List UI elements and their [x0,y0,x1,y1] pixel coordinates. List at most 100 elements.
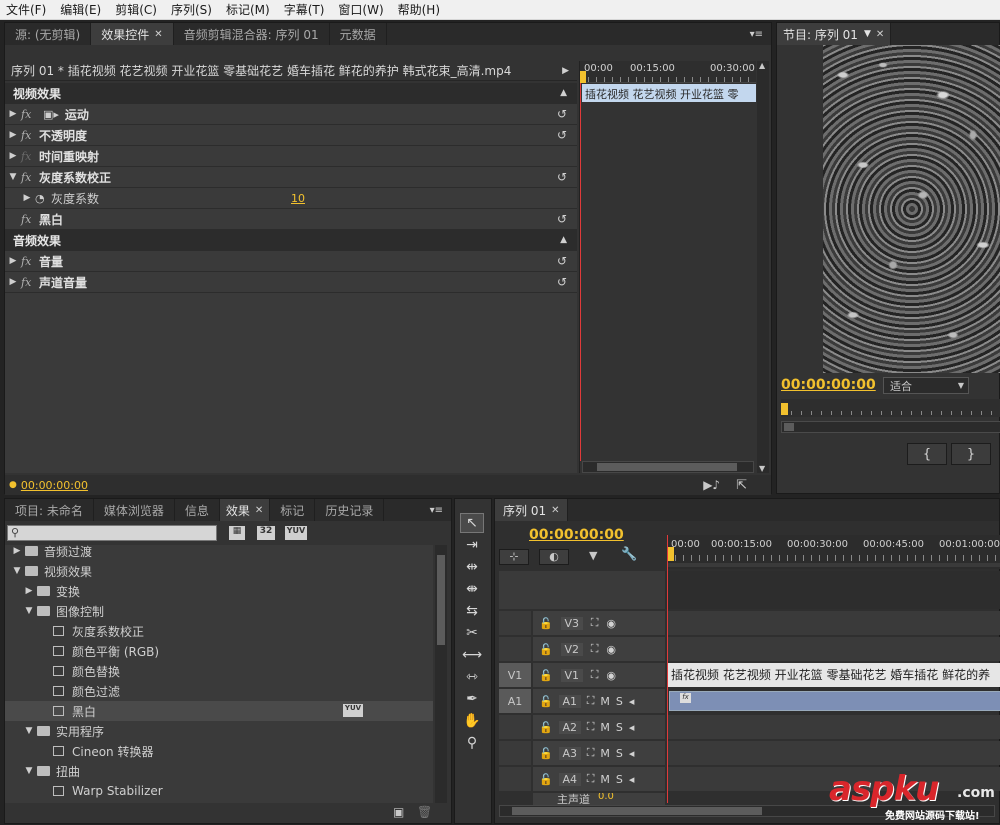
track-select-tool-icon[interactable]: ⇥ [460,535,484,555]
sync-lock-icon[interactable]: ⛶ [587,772,595,786]
expand-triangle-icon[interactable]: ▼ [5,172,21,182]
pen-tool-icon[interactable]: ✒ [460,689,484,709]
track-name[interactable]: V2 [560,642,583,656]
menu-clip[interactable]: 剪辑(C) [115,1,157,18]
menu-window[interactable]: 窗口(W) [338,1,383,18]
tree-item[interactable]: ▼ 图像控制 [21,601,104,621]
master-volume-value[interactable]: 0.0 [598,793,614,802]
export-icon[interactable]: ⇱ [736,478,747,493]
wrench-icon[interactable]: 🔧 [621,547,637,562]
tree-item[interactable]: ▼ 视频效果 [9,561,92,581]
gamma-value[interactable]: 10 [291,192,305,205]
track-lane[interactable] [667,637,1000,661]
zoom-tool-icon[interactable]: ⚲ [460,733,484,753]
playhead-marker-icon[interactable] [781,403,788,415]
tree-item[interactable]: ▼ 扭曲 [21,761,80,781]
mute-button[interactable]: M [600,747,610,760]
tab-markers[interactable]: 标记 [270,499,316,521]
panel-menu-icon[interactable]: ▾≡ [422,499,451,521]
tab-effects[interactable]: 效果 ✕ [219,499,271,521]
selection-tool-icon[interactable]: ↖ [460,513,484,533]
tree-item[interactable]: 颜色过滤 [53,681,120,701]
voiceover-icon[interactable]: ◂ [629,773,635,786]
ec-hscroll[interactable] [582,461,754,473]
expand-triangle-icon[interactable]: ▶ [5,151,21,161]
reset-icon[interactable]: ↺ [557,254,567,268]
effects-tree-vscroll[interactable] [435,545,447,803]
stopwatch-icon[interactable]: ◔ [35,192,51,205]
ec-footer-timecode[interactable]: 00:00:00:00 [21,479,88,492]
ripple-edit-tool-icon[interactable]: ⇹ [460,557,484,577]
track-lane[interactable] [667,611,1000,635]
timeline-timecode[interactable]: 00:00:00:00 [529,527,624,543]
solo-button[interactable]: S [616,773,623,786]
work-area-bar[interactable] [667,563,1000,567]
razor-tool-icon[interactable]: ✂ [460,623,484,643]
expand-triangle-icon[interactable]: ▶ [9,546,25,556]
reset-icon[interactable]: ↺ [557,128,567,142]
playhead-marker-icon[interactable] [667,547,674,561]
ec-vscroll[interactable]: ▲ ▼ [757,61,769,473]
tab-sequence[interactable]: 序列 01 ✕ [495,499,569,521]
source-patch-empty[interactable] [499,767,531,791]
tab-program[interactable]: 节目: 序列 01 ▼ ✕ [777,23,892,45]
sync-lock-icon[interactable]: ⛶ [591,642,599,656]
marker-icon[interactable]: ▼ [589,549,597,562]
hand-tool-icon[interactable]: ✋ [460,711,484,731]
eye-icon[interactable]: ◉ [606,643,616,656]
track-name[interactable]: A3 [558,746,581,760]
voiceover-icon[interactable]: ◂ [629,721,635,734]
solo-button[interactable]: S [616,747,623,760]
expand-triangle-icon[interactable]: ▶ [5,109,21,119]
tree-item[interactable]: ▶ 音频过渡 [9,545,92,561]
effects-search-input[interactable]: ⚲ [7,525,217,541]
tree-item[interactable]: ▼ 实用程序 [21,721,104,741]
mute-button[interactable]: M [600,695,610,708]
tree-item[interactable]: ▶ 变换 [21,581,80,601]
tree-item[interactable]: 颜色替换 [53,661,120,681]
a1-clip[interactable]: fx [669,691,1000,711]
source-patch-empty[interactable] [499,715,531,739]
tree-item-selected[interactable]: 黑白 YUV [5,701,433,721]
lock-icon[interactable]: 🔓 [539,721,553,734]
menu-edit[interactable]: 编辑(E) [60,1,101,18]
close-icon[interactable]: ✕ [154,29,162,40]
tab-audio-mixer[interactable]: 音频剪辑混合器: 序列 01 [174,23,330,45]
track-lane[interactable] [667,715,1000,739]
track-name[interactable]: A1 [558,694,581,708]
rolling-edit-tool-icon[interactable]: ⇼ [460,579,484,599]
program-ruler[interactable] [781,399,1000,417]
menu-help[interactable]: 帮助(H) [398,1,440,18]
eye-icon[interactable]: ◉ [606,617,616,630]
timeline-ruler[interactable]: 00:00 00:00:15:00 00:00:30:00 00:00:45:0… [667,535,1000,569]
mark-in-button[interactable]: { [907,443,947,465]
lock-icon[interactable]: 🔓 [539,669,553,682]
menu-sequence[interactable]: 序列(S) [171,1,212,18]
trash-icon[interactable]: 🗑 [417,805,432,819]
tree-item[interactable]: Warp Stabilizer [53,781,163,801]
close-icon[interactable]: ✕ [255,505,263,516]
sync-lock-icon[interactable]: ⛶ [591,616,599,630]
sync-lock-icon[interactable]: ⛶ [587,720,595,734]
source-patch-empty[interactable] [499,611,531,635]
expand-triangle-icon[interactable]: ▼ [21,606,37,616]
track-lane[interactable] [667,741,1000,765]
sync-lock-icon[interactable]: ⛶ [587,746,595,760]
fx-row-time-remap[interactable]: ▶ fx 时间重映射 [5,146,577,167]
program-zoom-bar[interactable] [781,421,1000,433]
sync-lock-icon[interactable]: ⛶ [591,668,599,682]
expand-triangle-icon[interactable]: ▶ [21,586,37,596]
mark-out-button[interactable]: } [951,443,991,465]
dropdown-icon[interactable]: ▼ [864,29,871,39]
scroll-up-icon[interactable]: ▲ [759,61,765,70]
tree-item[interactable]: 灰度系数校正 [53,621,144,641]
track-name[interactable]: A4 [558,772,581,786]
tab-history[interactable]: 历史记录 [315,499,385,521]
slip-tool-icon[interactable]: ⟷ [460,645,484,665]
lock-icon[interactable]: 🔓 [539,695,553,708]
fx-row-black-white[interactable]: fx 黑白 ↺ [5,209,577,230]
fx-row-motion[interactable]: ▶ fx ▣▸ 运动 ↺ [5,104,577,125]
source-patch-empty[interactable] [499,637,531,661]
source-patch-empty[interactable] [499,741,531,765]
expand-triangle-icon[interactable]: ▼ [9,566,25,576]
